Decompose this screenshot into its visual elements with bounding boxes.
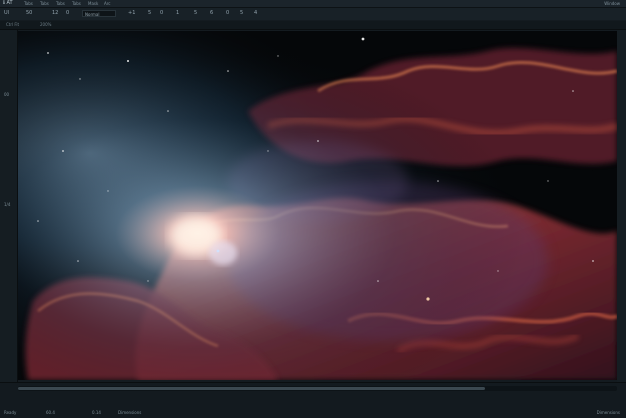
tool-value[interactable]: 12 xyxy=(52,10,58,17)
status-dimensions: Dimensions xyxy=(596,410,620,415)
tool-value[interactable]: 4 xyxy=(254,10,257,17)
tool-value[interactable]: 50 xyxy=(26,10,32,17)
scrollbar-thumb[interactable] xyxy=(18,387,486,390)
status-item: 0.14 xyxy=(92,410,101,415)
menu-item-4[interactable]: Tabs xyxy=(72,0,81,7)
ruler-marker: 00 xyxy=(4,92,10,97)
menu-item-1[interactable]: Tabs xyxy=(24,0,33,7)
canvas-viewport[interactable] xyxy=(18,31,617,380)
menu-item-3[interactable]: Tabs xyxy=(56,0,65,7)
fit-label[interactable]: Ctrl Fit xyxy=(6,21,19,29)
status-item: Ready xyxy=(4,410,17,415)
tool-value[interactable]: 5 xyxy=(194,10,197,17)
status-item: Dimensions xyxy=(118,410,142,415)
tool-value[interactable]: 0 xyxy=(66,10,69,17)
menu-item-2[interactable]: Tabs xyxy=(40,0,49,7)
tool-value[interactable]: +1 xyxy=(128,10,135,17)
menu-item-6[interactable]: Arc xyxy=(104,0,111,7)
ruler-marker: 1/4 xyxy=(4,202,11,207)
blend-mode-select[interactable]: Normal xyxy=(82,10,116,17)
zoom-label: 200% xyxy=(40,22,52,27)
options-toolbar: Ul 50 12 0 Normal +1 5 0 1 5 6 0 5 4 xyxy=(0,8,626,20)
nebula-image xyxy=(18,31,617,380)
menu-bar: ℹ AT Tabs Tabs Tabs Tabs Mask Arc Window xyxy=(0,0,626,8)
tool-value[interactable]: 6 xyxy=(210,10,213,17)
status-item: 60.4 xyxy=(46,410,55,415)
left-ruler: 00 1/4 xyxy=(0,30,18,382)
tool-value[interactable]: 1 xyxy=(176,10,179,17)
tool-value[interactable]: 5 xyxy=(148,10,151,17)
status-bar: Ready 60.4 0.14 Dimensions Dimensions xyxy=(0,382,626,418)
app-logo: ℹ AT xyxy=(3,0,13,6)
document-tab-strip: Ctrl Fit 200% xyxy=(0,21,626,30)
horizontal-scrollbar[interactable] xyxy=(18,386,617,391)
tool-value[interactable]: 5 xyxy=(240,10,243,17)
menu-item-5[interactable]: Mask xyxy=(88,0,98,7)
right-panel xyxy=(617,30,626,382)
tool-mode-label[interactable]: Ul xyxy=(4,10,9,17)
tool-value[interactable]: 0 xyxy=(226,10,229,17)
tool-value[interactable]: 0 xyxy=(160,10,163,17)
window-menu[interactable]: Window xyxy=(604,0,620,7)
